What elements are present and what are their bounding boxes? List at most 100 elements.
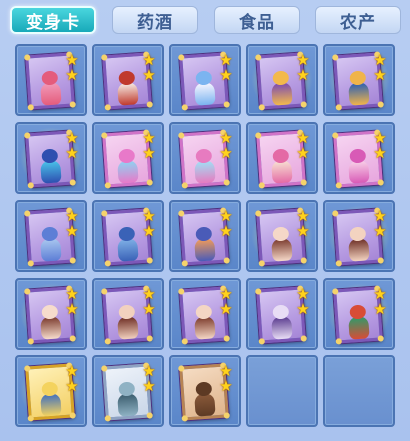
star-rating: ★ ★ <box>65 364 79 394</box>
inventory-slot[interactable]: ★ ★ <box>15 278 87 350</box>
star-icon: ★ <box>65 66 79 84</box>
inventory-slot[interactable]: ★ ★ <box>246 278 318 350</box>
card-corner-ornament <box>69 179 76 186</box>
star-icon: ★ <box>373 222 387 240</box>
star-icon: ★ <box>142 300 156 318</box>
card-corner-ornament <box>101 132 108 139</box>
character-body <box>117 316 139 340</box>
star-rating: ★ ★ <box>219 287 233 317</box>
star-rating: ★ ★ <box>219 53 233 83</box>
card-corner-ornament <box>181 104 188 111</box>
card-corner-ornament <box>69 257 76 264</box>
character-body <box>40 393 62 417</box>
star-icon: ★ <box>142 207 156 225</box>
inventory-slot[interactable]: ★ ★ <box>92 278 164 350</box>
card-corner-ornament <box>178 288 185 295</box>
card-corner-ornament <box>335 260 342 267</box>
card-corner-ornament <box>255 210 262 217</box>
card-corner-ornament <box>101 54 108 61</box>
star-icon: ★ <box>219 285 233 303</box>
star-rating: ★ ★ <box>296 209 310 239</box>
inventory-slot[interactable]: ★ ★ <box>169 278 241 350</box>
card-corner-ornament <box>181 338 188 345</box>
star-icon: ★ <box>296 300 310 318</box>
card-corner-ornament <box>178 365 185 372</box>
card-corner-ornament <box>146 101 153 108</box>
card-corner-ornament <box>223 257 230 264</box>
inventory-slot[interactable]: ★ ★ <box>15 44 87 116</box>
inventory-slot[interactable]: ★ ★ <box>246 122 318 194</box>
star-rating: ★ ★ <box>373 287 387 317</box>
card-corner-ornament <box>104 338 111 345</box>
card-corner-ornament <box>178 132 185 139</box>
inventory-slot[interactable]: ★ ★ <box>92 355 164 427</box>
star-icon: ★ <box>142 144 156 162</box>
star-rating: ★ ★ <box>296 287 310 317</box>
star-rating: ★ ★ <box>65 53 79 83</box>
star-rating: ★ ★ <box>142 131 156 161</box>
character-body <box>194 393 216 417</box>
card-corner-ornament <box>69 101 76 108</box>
character-body <box>194 160 216 184</box>
card-corner-ornament <box>27 182 34 189</box>
inventory-slot[interactable]: ★ ★ <box>323 278 395 350</box>
star-icon: ★ <box>142 285 156 303</box>
card-corner-ornament <box>24 54 31 61</box>
star-icon: ★ <box>373 144 387 162</box>
card-corner-ornament <box>104 415 111 422</box>
card-corner-ornament <box>377 101 384 108</box>
card-corner-ornament <box>101 210 108 217</box>
star-icon: ★ <box>373 285 387 303</box>
inventory-slot[interactable]: ★ ★ <box>323 200 395 272</box>
character-body <box>271 316 293 340</box>
star-rating: ★ ★ <box>219 364 233 394</box>
star-icon: ★ <box>142 129 156 147</box>
inventory-slot[interactable]: ★ ★ <box>92 122 164 194</box>
card-corner-ornament <box>101 365 108 372</box>
inventory-slot[interactable]: ★ ★ <box>323 122 395 194</box>
inventory-slot[interactable]: ★ ★ <box>246 44 318 116</box>
card-corner-ornament <box>258 260 265 267</box>
card-corner-ornament <box>255 288 262 295</box>
inventory-slot[interactable]: ★ ★ <box>15 200 87 272</box>
card-corner-ornament <box>255 132 262 139</box>
star-icon: ★ <box>296 51 310 69</box>
inventory-slot[interactable]: ★ ★ <box>169 355 241 427</box>
card-corner-ornament <box>258 104 265 111</box>
tab-food[interactable]: 食品 <box>214 6 300 34</box>
star-icon: ★ <box>373 207 387 225</box>
star-icon: ★ <box>296 207 310 225</box>
card-corner-ornament <box>181 260 188 267</box>
card-corner-ornament <box>27 104 34 111</box>
star-icon: ★ <box>296 66 310 84</box>
card-corner-ornament <box>332 210 339 217</box>
inventory-slot[interactable]: ★ ★ <box>15 122 87 194</box>
tab-farm-produce[interactable]: 农产 <box>315 6 401 34</box>
star-icon: ★ <box>296 129 310 147</box>
empty-inventory-slot[interactable] <box>323 355 395 427</box>
tab-potions[interactable]: 药酒 <box>112 6 198 34</box>
star-rating: ★ ★ <box>296 53 310 83</box>
inventory-slot[interactable]: ★ ★ <box>323 44 395 116</box>
inventory-slot[interactable]: ★ ★ <box>15 355 87 427</box>
star-rating: ★ ★ <box>373 209 387 239</box>
star-icon: ★ <box>296 144 310 162</box>
star-icon: ★ <box>142 222 156 240</box>
empty-inventory-slot[interactable] <box>246 355 318 427</box>
card-corner-ornament <box>69 412 76 419</box>
tab-transform-card[interactable]: 变身卡 <box>10 6 96 34</box>
card-corner-ornament <box>27 338 34 345</box>
card-corner-ornament <box>181 182 188 189</box>
star-icon: ★ <box>142 51 156 69</box>
inventory-slot[interactable]: ★ ★ <box>92 44 164 116</box>
card-corner-ornament <box>335 104 342 111</box>
inventory-slot[interactable]: ★ ★ <box>169 122 241 194</box>
star-icon: ★ <box>65 377 79 395</box>
card-corner-ornament <box>24 210 31 217</box>
inventory-slot[interactable]: ★ ★ <box>246 200 318 272</box>
character-body <box>348 316 370 340</box>
star-icon: ★ <box>373 66 387 84</box>
inventory-slot[interactable]: ★ ★ <box>92 200 164 272</box>
inventory-slot[interactable]: ★ ★ <box>169 44 241 116</box>
inventory-slot[interactable]: ★ ★ <box>169 200 241 272</box>
